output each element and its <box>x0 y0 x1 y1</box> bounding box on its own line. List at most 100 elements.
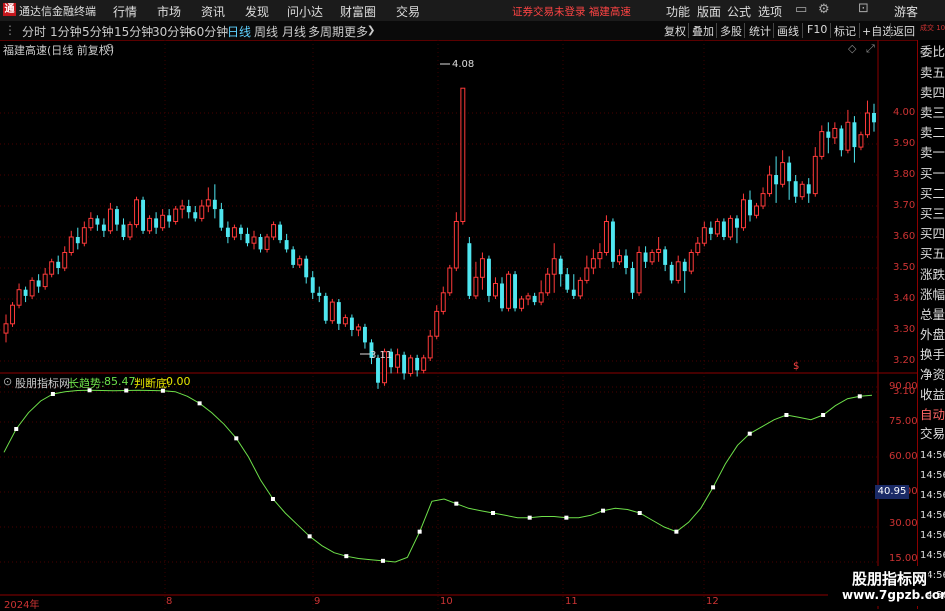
candle-body-down <box>565 274 570 290</box>
indicator-tick: 60.00 <box>889 451 918 462</box>
indicator-point <box>380 558 385 563</box>
period-tab[interactable]: 60分钟 <box>189 23 228 40</box>
chevron-right-icon[interactable]: ❯ <box>367 25 375 36</box>
menu-function[interactable]: 功能 <box>666 3 690 20</box>
btn-mark[interactable]: 标记 <box>834 23 856 39</box>
divider <box>890 23 891 38</box>
auto-trade-label[interactable]: 自动 <box>920 405 945 425</box>
candle-body-down <box>219 209 224 228</box>
btn-adjust[interactable]: 复权 <box>664 23 686 39</box>
candle-body-up <box>127 224 133 238</box>
settings-icon[interactable]: ⚙ <box>818 2 830 17</box>
btn-f10[interactable]: F10 <box>807 23 827 36</box>
candle-body-down <box>101 224 106 231</box>
candle-body-down <box>558 258 563 275</box>
candle-body-up <box>447 267 453 294</box>
indicator-tick: 90.00 <box>889 381 918 392</box>
candle-body-up <box>701 227 707 244</box>
candle-body-up <box>29 279 35 297</box>
time-label: 14:56 <box>920 490 945 501</box>
menu-options[interactable]: 选项 <box>758 3 782 20</box>
period-tab[interactable]: 多周期 <box>308 23 344 40</box>
candle-body-up <box>342 317 348 325</box>
menu-item-market[interactable]: 行情 <box>113 3 137 20</box>
candle-body-up <box>62 252 68 269</box>
candle-body-down <box>486 258 491 296</box>
btn-overlay[interactable]: 叠加 <box>692 23 714 39</box>
candle-body-down <box>284 240 289 250</box>
candle-body-up <box>81 227 87 244</box>
candle-body-down <box>56 261 61 268</box>
indicator-point <box>601 508 606 513</box>
period-toolbar: ⋮ 分时 1分钟 5分钟 15分钟 30分钟 60分钟 日线 周线 月线 多周期… <box>0 21 945 41</box>
price-tick: 3.70 <box>893 200 916 211</box>
side-label: 买五 <box>920 246 945 261</box>
candle-body-down <box>310 277 315 293</box>
kline-chart[interactable] <box>0 40 917 609</box>
indicator-tick: 15.00 <box>889 553 918 564</box>
divider <box>773 23 774 38</box>
login-notice[interactable]: 证券交易未登录 福建高速 <box>512 4 631 19</box>
guest-label[interactable]: 游客 <box>894 3 918 20</box>
period-tab[interactable]: 分时 <box>22 23 46 40</box>
candle-body-down <box>121 224 126 237</box>
period-tab[interactable]: 5分钟 <box>82 23 114 40</box>
candle-body-up <box>584 267 590 281</box>
price-tick: 4.00 <box>893 107 916 118</box>
candle-body-up <box>395 354 401 368</box>
candle-body-up <box>205 199 211 207</box>
indicator-point <box>270 497 275 501</box>
candle-body-down <box>258 237 263 250</box>
indicator-options-icon[interactable]: ⊙ <box>3 375 12 388</box>
menu-item-ask[interactable]: 问小达 <box>287 3 323 20</box>
candle-body-up <box>134 199 139 226</box>
period-tab[interactable]: 30分钟 <box>152 23 191 40</box>
minimize-icon[interactable]: ▭ <box>795 2 807 17</box>
menu-item-trade[interactable]: 交易 <box>396 3 420 20</box>
period-tab[interactable]: 15分钟 <box>114 23 153 40</box>
candle-body-down <box>193 212 198 219</box>
candle-body-down <box>238 227 243 234</box>
candle-body-down <box>839 128 844 151</box>
candle-body-up <box>199 205 205 219</box>
period-tab[interactable]: 月线 <box>282 23 306 40</box>
btn-back[interactable]: 返回 <box>893 23 915 39</box>
menu-item-discover[interactable]: 发现 <box>245 3 269 20</box>
btn-multi[interactable]: 多股 <box>720 23 742 39</box>
date-tick: 11 <box>565 596 578 607</box>
window-restore-icon[interactable]: ⊡ <box>858 1 869 16</box>
btn-draw[interactable]: 画线 <box>777 23 799 39</box>
candle-body-up <box>741 199 746 229</box>
btn-add-watchlist[interactable]: +自选 <box>862 23 893 39</box>
side-label: 卖一 <box>920 145 945 160</box>
side-label: 净资 <box>920 367 945 382</box>
btn-stats[interactable]: 统计 <box>749 23 771 39</box>
side-label: 卖五 <box>920 65 945 80</box>
time-label: 14:56 <box>920 450 945 461</box>
indicator-point <box>527 515 532 520</box>
menu-item-news[interactable]: 资讯 <box>201 3 225 20</box>
indicator-point <box>491 511 496 515</box>
candle-body-up <box>107 208 113 232</box>
menu-formula[interactable]: 公式 <box>727 3 751 20</box>
candle-body-up <box>688 252 694 272</box>
candle-body-up <box>3 323 9 334</box>
candle-body-up <box>538 292 544 303</box>
side-label: 换手 <box>920 347 945 362</box>
period-tab-more[interactable]: 更多 <box>344 23 368 40</box>
period-tab[interactable]: 1分钟 <box>50 23 82 40</box>
candle-body-up <box>832 128 838 139</box>
indicator-point <box>747 431 752 436</box>
menu-layout[interactable]: 版面 <box>697 3 721 20</box>
trade-label[interactable]: 交易 <box>920 424 945 444</box>
side-label: 买四 <box>920 226 945 241</box>
side-label: 总量 <box>920 307 945 322</box>
menu-item-exchange[interactable]: 市场 <box>157 3 181 20</box>
price-tick: 3.30 <box>893 324 916 335</box>
candle-body-up <box>799 183 805 198</box>
menu-item-wealth[interactable]: 财富圈 <box>340 3 376 20</box>
period-tab[interactable]: 周线 <box>254 23 278 40</box>
indicator-point <box>674 529 679 534</box>
period-tab-active[interactable]: 日线 <box>227 23 251 40</box>
side-label: 买三 <box>920 206 945 221</box>
